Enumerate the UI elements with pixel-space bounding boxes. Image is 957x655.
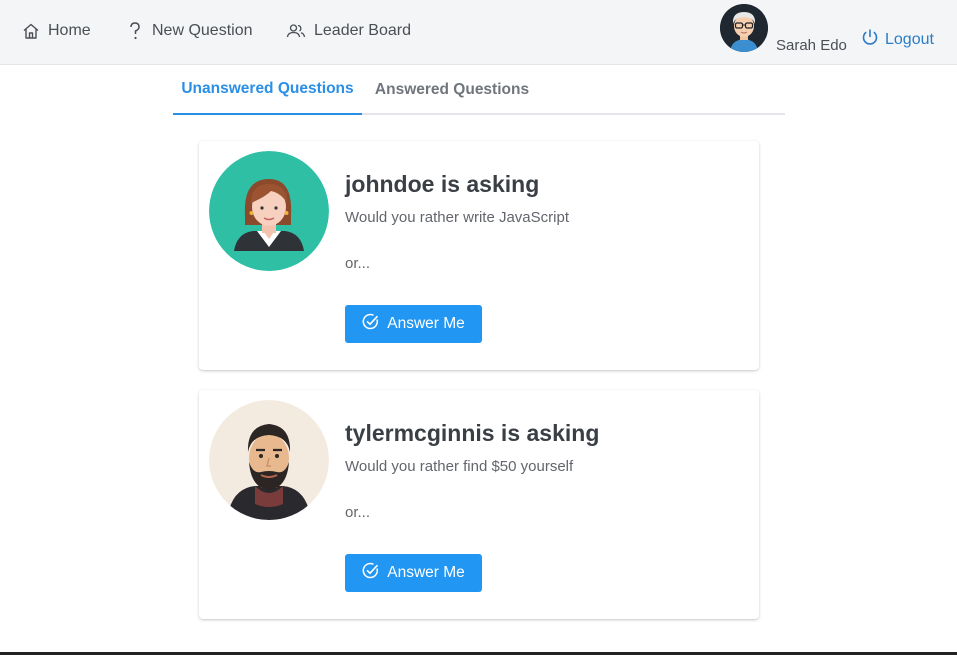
answer-me-button[interactable]: Answer Me [345,305,482,343]
nav-new-question[interactable]: New Question [126,0,253,62]
question-option-text: Would you rather find $50 yourself [345,458,574,475]
tab-unanswered-questions[interactable]: Unanswered Questions [173,65,362,115]
question-or-text: or... [345,504,371,521]
question-option-text: Would you rather write JavaScript [345,209,569,226]
answer-me-label: Answer Me [387,564,465,581]
question-mark-icon [126,21,144,41]
nav-home[interactable]: Home [22,0,91,62]
user-name: Sarah Edo [776,37,847,54]
question-card: johndoe is asking Would you rather write… [199,141,759,370]
check-circle-icon [362,562,379,584]
logout-label: Logout [885,30,934,48]
logout-button[interactable]: Logout [861,28,934,51]
answer-me-button[interactable]: Answer Me [345,554,482,592]
users-icon [286,22,306,40]
nav-home-label: Home [48,22,91,39]
nav-leader-board[interactable]: Leader Board [286,0,411,62]
power-icon [861,28,879,51]
top-navbar: Home New Question Leader Board Sarah Edo [0,0,957,65]
question-tabs: Unanswered Questions Answered Questions [173,65,785,115]
nav-new-question-label: New Question [152,22,253,39]
question-author-title: johndoe is asking [345,171,540,197]
question-author-title: tylermcginnis is asking [345,420,600,446]
answer-me-label: Answer Me [387,315,465,332]
bearded-man-avatar [209,400,329,520]
question-card: tylermcginnis is asking Would you rather… [199,390,759,619]
question-or-text: or... [345,255,371,272]
home-icon [22,22,40,40]
check-circle-icon [362,313,379,335]
tab-answered-questions[interactable]: Answered Questions [362,65,542,115]
nav-leader-board-label: Leader Board [314,22,411,39]
woman-avatar [209,151,329,271]
user-avatar[interactable] [720,4,768,52]
